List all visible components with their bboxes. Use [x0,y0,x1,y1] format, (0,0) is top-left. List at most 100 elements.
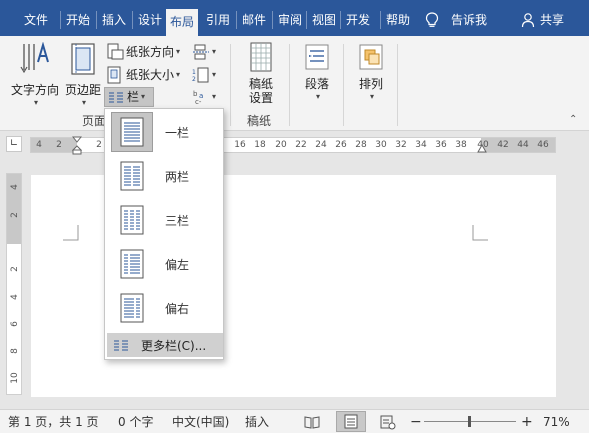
ruler-tick: 2 [96,140,102,150]
ribbon-layout-panel: 文字方向 ▾ 页边距 ▾ 纸张方向 ▾ 纸张大小 ▾ 栏 ▾ ▾ 1 2 ▾ b… [0,36,589,131]
columns-left-label: 偏左 [165,257,190,272]
tab-separator [272,11,273,29]
draft-settings-button[interactable]: 稿纸 设置 [240,42,282,106]
tab-references[interactable]: 引用 [202,8,234,32]
margins-button[interactable]: 页边距 ▾ [64,42,102,107]
ruler-tick: 18 [254,140,266,150]
breaks-button[interactable]: ▾ [192,42,216,62]
page-setup-group-label: 页面 [82,114,107,128]
draft-paper-icon [250,42,272,72]
ruler-tick: 10 [10,372,20,384]
share-button[interactable]: 共享 [521,8,564,32]
columns-button[interactable]: 栏 ▾ [104,87,154,107]
one-column-icon [111,112,153,152]
tab-separator [380,11,381,29]
orientation-button[interactable]: 纸张方向 ▾ [106,42,180,62]
two-columns-icon [111,156,153,196]
chevron-down-icon: ▾ [212,92,217,101]
margins-icon [71,43,95,75]
columns-label: 栏 [127,90,140,104]
tab-developer[interactable]: 开发 [342,8,374,32]
page-count[interactable]: 第 1 页，共 1 页 [8,413,99,431]
ruler-tick: 6 [10,321,20,327]
chevron-down-icon: ▾ [212,47,217,56]
tab-help[interactable]: 帮助 [382,8,414,32]
ruler-tick: 30 [375,140,387,150]
group-separator [230,44,231,126]
right-column-icon [111,288,153,328]
ruler-tick: 20 [275,140,287,150]
left-column-icon [111,244,153,284]
draft-group-label: 稿纸 [247,114,272,128]
vertical-scrollbar[interactable] [570,157,589,409]
zoom-level[interactable]: 71% [543,413,570,431]
paragraph-label: 段落 [304,77,329,91]
insert-mode[interactable]: 插入 [245,413,269,431]
more-columns-label: 更多栏(C)... [141,338,207,353]
orientation-icon [107,43,124,60]
word-count[interactable]: 0 个字 [118,413,153,431]
lightbulb-icon [425,12,439,27]
collapse-ribbon-icon[interactable]: ⌃ [569,114,577,125]
columns-three-item[interactable]: 三栏 [107,199,221,241]
tell-me-box[interactable]: 告诉我 [425,8,487,32]
tab-mailings[interactable]: 邮件 [238,8,270,32]
tab-selector[interactable]: ∟ [6,136,22,152]
chevron-down-icon: ▾ [176,47,181,56]
crop-mark-top-right [472,225,488,241]
language-indicator[interactable]: 中文(中国) [172,413,229,431]
line-numbers-icon: 1 2 [192,67,209,83]
share-label: 共享 [540,13,565,27]
tab-insert[interactable]: 插入 [98,8,130,32]
svg-text:2: 2 [192,76,196,83]
status-bar: 第 1 页，共 1 页 0 个字 中文(中国) 插入 − + 71% [0,409,589,433]
tab-separator [306,11,307,29]
ruler-tick: 2 [56,140,62,150]
svg-text:c-: c- [195,98,202,105]
hyphenation-button[interactable]: b a c- ▾ [192,87,216,107]
tab-review[interactable]: 审阅 [274,8,306,32]
tab-view[interactable]: 视图 [308,8,340,32]
ruler-tick: 4 [10,184,20,190]
tab-separator [340,11,341,29]
arrange-button[interactable]: 排列 ▾ [352,42,390,106]
size-button[interactable]: 纸张大小 ▾ [106,65,180,85]
columns-right-label: 偏右 [165,301,190,316]
text-direction-label: 文字方向 [10,83,59,97]
right-indent-marker-icon[interactable] [477,144,487,154]
chevron-down-icon: ▾ [369,92,374,101]
ruler-tick: 36 [435,140,447,150]
columns-left-item[interactable]: 偏左 [107,243,221,285]
group-separator [343,44,344,126]
paragraph-button[interactable]: 段落 ▾ [298,42,336,106]
ruler-tick: 2 [10,212,20,218]
tab-file[interactable]: 文件 [20,8,52,32]
hyphenation-icon: b a c- [193,90,203,105]
ruler-tick: 24 [315,140,327,150]
indent-marker-icon[interactable] [72,136,82,156]
zoom-out-button[interactable]: − [410,413,422,431]
tab-layout[interactable]: 布局 [166,9,199,36]
ruler-tick: 4 [10,294,20,300]
text-direction-button[interactable]: 文字方向 ▾ [8,41,62,107]
group-separator [397,44,398,126]
size-label: 纸张大小 [126,68,175,82]
columns-two-item[interactable]: 两栏 [107,155,221,197]
chevron-down-icon: ▾ [176,70,181,79]
vertical-ruler[interactable]: 4 2 2 4 6 8 10 [6,173,22,395]
zoom-in-button[interactable]: + [521,413,533,431]
print-layout-button[interactable] [336,411,366,432]
svg-text:b: b [193,90,198,98]
line-numbers-button[interactable]: 1 2 ▾ [192,65,216,85]
tab-separator [236,11,237,29]
columns-right-item[interactable]: 偏右 [107,287,221,329]
web-layout-icon[interactable] [380,414,396,430]
tab-design[interactable]: 设计 [134,8,166,32]
ruler-tick: 16 [234,140,246,150]
more-columns-item[interactable]: 更多栏(C)... [107,333,223,357]
read-mode-icon[interactable] [304,414,320,430]
zoom-slider-thumb[interactable] [468,416,471,427]
columns-one-item[interactable]: 一栏 [107,111,221,153]
ruler-tick: 2 [10,266,20,272]
tab-home[interactable]: 开始 [62,8,94,32]
